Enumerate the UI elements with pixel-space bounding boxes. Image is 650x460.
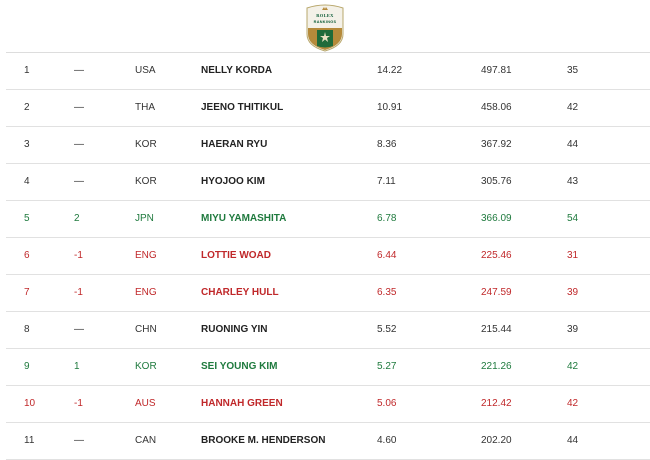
table-row[interactable]: 11 — CAN BROOKE M. HENDERSON 4.60 202.20 44 xyxy=(6,423,650,460)
player-name-link[interactable]: CHARLEY HULL xyxy=(201,275,279,311)
rank-cell: 7 xyxy=(24,287,30,298)
country-cell: KOR xyxy=(135,139,157,150)
country-cell: KOR xyxy=(135,361,157,372)
table-row[interactable]: 5 2 JPN MIYU YAMASHITA 6.78 366.09 54 xyxy=(6,201,650,238)
player-name-link[interactable]: BROOKE M. HENDERSON xyxy=(201,423,325,459)
logo-brand-text: ROLEX xyxy=(316,13,334,18)
average-points-cell: 5.06 xyxy=(377,398,397,409)
total-points-cell: 366.09 xyxy=(481,213,512,224)
average-points-cell: 4.60 xyxy=(377,435,397,446)
events-cell: 31 xyxy=(567,250,579,261)
events-cell: 39 xyxy=(567,287,579,298)
movement-cell: — xyxy=(74,102,84,113)
total-points-cell: 215.44 xyxy=(481,324,512,335)
rank-cell: 5 xyxy=(24,213,30,224)
table-row[interactable]: 3 — KOR HAERAN RYU 8.36 367.92 44 xyxy=(6,127,650,164)
table-row[interactable]: 2 — THA JEENO THITIKUL 10.91 458.06 42 xyxy=(6,90,650,127)
average-points-cell: 6.35 xyxy=(377,287,397,298)
movement-cell: -1 xyxy=(74,250,83,261)
movement-cell: — xyxy=(74,324,84,335)
rank-cell: 10 xyxy=(24,398,36,409)
average-points-cell: 7.11 xyxy=(377,176,396,187)
total-points-cell: 247.59 xyxy=(481,287,512,298)
movement-cell: 1 xyxy=(74,361,80,372)
rank-cell: 4 xyxy=(24,176,30,187)
total-points-cell: 225.46 xyxy=(481,250,512,261)
logo-subtitle-text: RANKINGS xyxy=(313,20,337,24)
events-cell: 42 xyxy=(567,398,579,409)
country-cell: ENG xyxy=(135,287,157,298)
player-name-link[interactable]: RUONING YIN xyxy=(201,312,268,348)
rank-cell: 11 xyxy=(24,435,35,446)
total-points-cell: 497.81 xyxy=(481,65,512,76)
country-cell: JPN xyxy=(135,213,154,224)
logo-shield-icon xyxy=(306,4,344,52)
player-name-link[interactable]: HYOJOO KIM xyxy=(201,164,265,200)
player-name-link[interactable]: LOTTIE WOAD xyxy=(201,238,271,274)
events-cell: 44 xyxy=(567,139,579,150)
events-cell: 35 xyxy=(567,65,579,76)
average-points-cell: 14.22 xyxy=(377,65,403,76)
movement-cell: 2 xyxy=(74,213,80,224)
rankings-table: 1— USA NELLY KORDA 14.22 497.81 35 2— THA JEENO … xyxy=(6,52,650,460)
movement-cell: -1 xyxy=(74,398,83,409)
header: ROLEX RANKINGS xyxy=(0,0,650,52)
movement-cell: — xyxy=(74,176,84,187)
rank-cell: 6 xyxy=(24,250,30,261)
movement-cell: — xyxy=(74,65,84,76)
average-points-cell: 5.27 xyxy=(377,361,397,372)
table-row[interactable]: 9 1 KOR SEI YOUNG KIM 5.27 221.26 42 xyxy=(6,349,650,386)
average-points-cell: 8.36 xyxy=(377,139,397,150)
rank-cell: 1 xyxy=(24,65,30,76)
rank-cell: 9 xyxy=(24,361,30,372)
country-cell: ENG xyxy=(135,250,157,261)
country-cell: AUS xyxy=(135,398,156,409)
events-cell: 42 xyxy=(567,361,579,372)
total-points-cell: 458.06 xyxy=(481,102,512,113)
table-row[interactable]: 7 -1 ENG CHARLEY HULL 6.35 247.59 39 xyxy=(6,275,650,312)
total-points-cell: 212.42 xyxy=(481,398,512,409)
rolex-rankings-logo[interactable]: ROLEX RANKINGS xyxy=(305,4,345,52)
movement-cell: -1 xyxy=(74,287,83,298)
player-name-link[interactable]: JEENO THITIKUL xyxy=(201,90,283,126)
movement-cell: — xyxy=(74,139,84,150)
total-points-cell: 202.20 xyxy=(481,435,512,446)
total-points-cell: 221.26 xyxy=(481,361,512,372)
country-cell: USA xyxy=(135,65,156,76)
table-row[interactable]: 4 — KOR HYOJOO KIM 7.11 305.76 43 xyxy=(6,164,650,201)
rank-cell: 2 xyxy=(24,102,30,113)
rank-cell: 3 xyxy=(24,139,30,150)
rank-cell: 8 xyxy=(24,324,30,335)
events-cell: 43 xyxy=(567,176,579,187)
player-name-link[interactable]: NELLY KORDA xyxy=(201,53,272,89)
events-cell: 54 xyxy=(567,213,579,224)
table-row[interactable]: 8 — CHN RUONING YIN 5.52 215.44 39 xyxy=(6,312,650,349)
table-row[interactable]: 1 — USA NELLY KORDA 14.22 497.81 35 xyxy=(6,53,650,90)
average-points-cell: 6.78 xyxy=(377,213,397,224)
total-points-cell: 367.92 xyxy=(481,139,512,150)
player-name-link[interactable]: MIYU YAMASHITA xyxy=(201,201,286,237)
events-cell: 42 xyxy=(567,102,579,113)
player-name-link[interactable]: SEI YOUNG KIM xyxy=(201,349,278,385)
country-cell: KOR xyxy=(135,176,157,187)
player-name-link[interactable]: HANNAH GREEN xyxy=(201,386,283,422)
average-points-cell: 5.52 xyxy=(377,324,397,335)
movement-cell: — xyxy=(74,435,84,446)
average-points-cell: 6.44 xyxy=(377,250,397,261)
average-points-cell: 10.91 xyxy=(377,102,403,113)
table-row[interactable]: 10 -1 AUS HANNAH GREEN 5.06 212.42 42 xyxy=(6,386,650,423)
table-row[interactable]: 6 -1 ENG LOTTIE WOAD 6.44 225.46 31 xyxy=(6,238,650,275)
events-cell: 44 xyxy=(567,435,579,446)
player-name-link[interactable]: HAERAN RYU xyxy=(201,127,267,163)
events-cell: 39 xyxy=(567,324,579,335)
country-cell: CHN xyxy=(135,324,157,335)
country-cell: CAN xyxy=(135,435,157,446)
total-points-cell: 305.76 xyxy=(481,176,512,187)
country-cell: THA xyxy=(135,102,155,113)
